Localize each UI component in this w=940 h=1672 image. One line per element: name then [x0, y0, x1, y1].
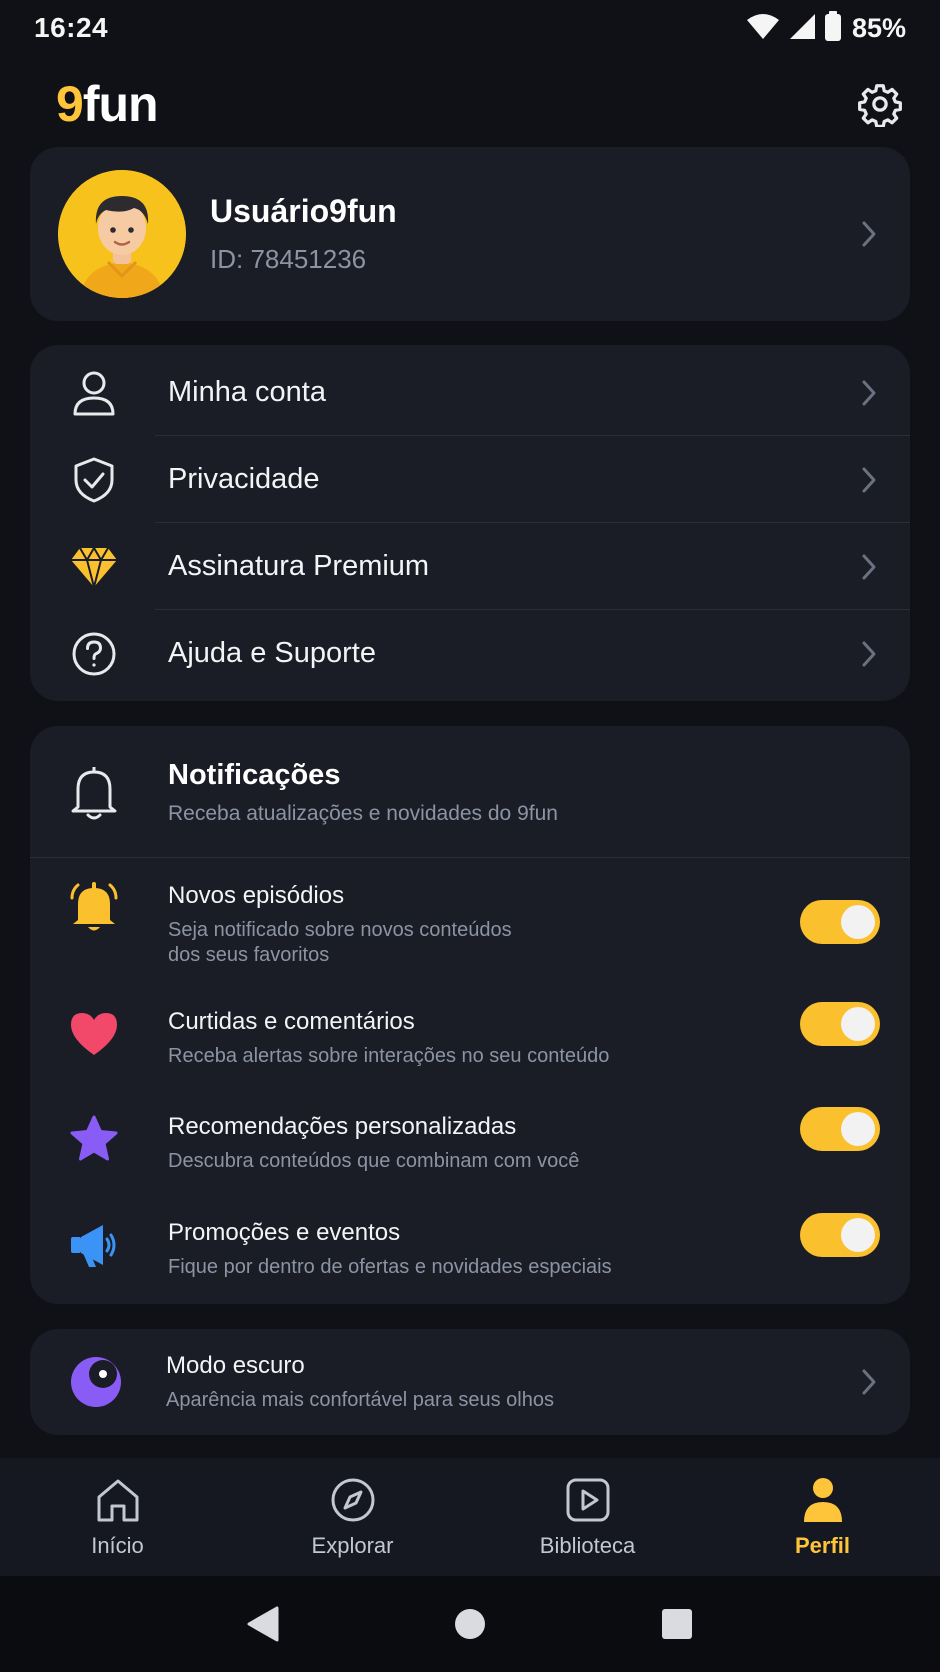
settings-menu: Minha conta Privacidade Assinatura Premi… — [30, 345, 910, 701]
battery-percentage: 85% — [851, 12, 906, 43]
notification-row-recomendacoes: Recomendações personalizadas Descubra co… — [30, 1107, 910, 1174]
menu-label: Minha conta — [168, 376, 326, 408]
row-title: Recomendações personalizadas — [168, 1113, 517, 1140]
row-title: Novos episódios — [168, 882, 345, 909]
bell-outline-icon — [68, 762, 120, 822]
chevron-right-icon — [856, 217, 882, 251]
system-navigation-bar — [0, 1576, 940, 1672]
row-subtitle: Descubra conteúdos que combinam com você — [168, 1150, 580, 1172]
home-button[interactable] — [445, 1599, 495, 1649]
battery-icon — [824, 10, 842, 46]
status-time: 16:24 — [34, 12, 109, 43]
back-button[interactable] — [238, 1599, 288, 1649]
nav-inicio[interactable]: Início — [0, 1458, 235, 1576]
bottom-navigation: Início Explorar Biblioteca Perfil — [0, 1458, 940, 1576]
toggle-knob — [841, 1218, 875, 1252]
username: Usuário9fun — [210, 193, 397, 229]
user-id: ID: 78451236 — [210, 244, 367, 274]
notification-row-promocoes: Promoções e eventos Fique por dentro de … — [30, 1213, 910, 1280]
app-logo: 9fun — [56, 76, 159, 132]
chevron-right-icon — [856, 1365, 882, 1399]
row-title: Curtidas e comentários — [168, 1008, 415, 1035]
notification-row-curtidas: Curtidas e comentários Receba alertas so… — [30, 1002, 910, 1069]
star-icon — [68, 1113, 120, 1165]
profile-card[interactable]: Usuário9fun ID: 78451236 — [30, 147, 910, 321]
notifications-header: Notificações Receba atualizações e novid… — [30, 726, 910, 858]
menu-label: Assinatura Premium — [168, 550, 430, 582]
heart-icon — [68, 1008, 120, 1060]
chevron-right-icon — [856, 376, 882, 410]
megaphone-icon — [68, 1219, 120, 1271]
notifications-card: Notificações Receba atualizações e novid… — [30, 726, 910, 1304]
nav-perfil[interactable]: Perfil — [705, 1458, 940, 1576]
chevron-right-icon — [856, 637, 882, 671]
nav-label: Perfil — [794, 1533, 851, 1558]
divider — [30, 857, 910, 858]
home-icon — [93, 1475, 143, 1525]
diamond-icon — [68, 541, 120, 593]
avatar — [58, 170, 186, 298]
notifications-subtitle: Receba atualizações e novidades do 9fun — [168, 801, 558, 825]
chevron-right-icon — [856, 463, 882, 497]
back-triangle-icon — [247, 1606, 279, 1642]
menu-label: Ajuda e Suporte — [168, 637, 376, 669]
toggle-novos-episodios[interactable] — [800, 900, 880, 944]
status-bar: 16:24 85% — [0, 0, 940, 56]
menu-item-assinatura-premium[interactable]: Assinatura Premium — [30, 523, 910, 610]
recents-button[interactable] — [652, 1599, 702, 1649]
row-title: Promoções e eventos — [168, 1219, 401, 1246]
gear-icon — [858, 84, 902, 127]
dark-mode-title: Modo escuro — [166, 1351, 305, 1379]
wifi-icon — [746, 12, 780, 45]
bell-icon — [68, 882, 120, 934]
moon-icon — [68, 1354, 124, 1410]
notification-row-novos-episodios: Novos episódios Seja notificado sobre no… — [30, 882, 910, 968]
row-subtitle: Seja notificado sobre novos conteúdos dos… — [168, 919, 512, 966]
toggle-knob — [841, 1007, 875, 1041]
toggle-curtidas[interactable] — [800, 1002, 880, 1046]
dark-mode-subtitle: Aparência mais confortável para seus olh… — [166, 1388, 554, 1411]
nav-label: Início — [91, 1533, 144, 1558]
shield-check-icon — [68, 454, 120, 506]
library-play-icon — [563, 1475, 613, 1525]
dark-mode-card[interactable]: Modo escuro Aparência mais confortável p… — [30, 1329, 910, 1435]
compass-icon — [328, 1475, 378, 1525]
app-header: 9fun — [0, 64, 940, 144]
toggle-promocoes[interactable] — [800, 1213, 880, 1257]
nav-label: Biblioteca — [539, 1533, 636, 1558]
toggle-recomendacoes[interactable] — [800, 1107, 880, 1151]
toggle-knob — [841, 1112, 875, 1146]
recents-square-icon — [661, 1609, 692, 1639]
chevron-right-icon — [856, 550, 882, 584]
home-circle-icon — [454, 1609, 485, 1639]
menu-item-privacidade[interactable]: Privacidade — [30, 436, 910, 523]
notifications-title: Notificações — [168, 758, 341, 791]
user-icon — [68, 367, 120, 419]
nav-explorar[interactable]: Explorar — [235, 1458, 470, 1576]
menu-item-ajuda-suporte[interactable]: Ajuda e Suporte — [30, 610, 910, 697]
profile-icon — [798, 1475, 848, 1525]
signal-icon — [788, 12, 816, 45]
help-circle-icon — [68, 628, 120, 680]
status-icons: 85% — [746, 10, 906, 46]
nav-label: Explorar — [311, 1533, 394, 1558]
settings-button[interactable] — [852, 76, 908, 132]
menu-item-minha-conta[interactable]: Minha conta — [30, 349, 910, 436]
menu-label: Privacidade — [168, 463, 320, 495]
row-subtitle: Fique por dentro de ofertas e novidades … — [168, 1256, 612, 1278]
row-subtitle: Receba alertas sobre interações no seu c… — [168, 1045, 610, 1067]
toggle-knob — [841, 905, 875, 939]
nav-biblioteca[interactable]: Biblioteca — [470, 1458, 705, 1576]
